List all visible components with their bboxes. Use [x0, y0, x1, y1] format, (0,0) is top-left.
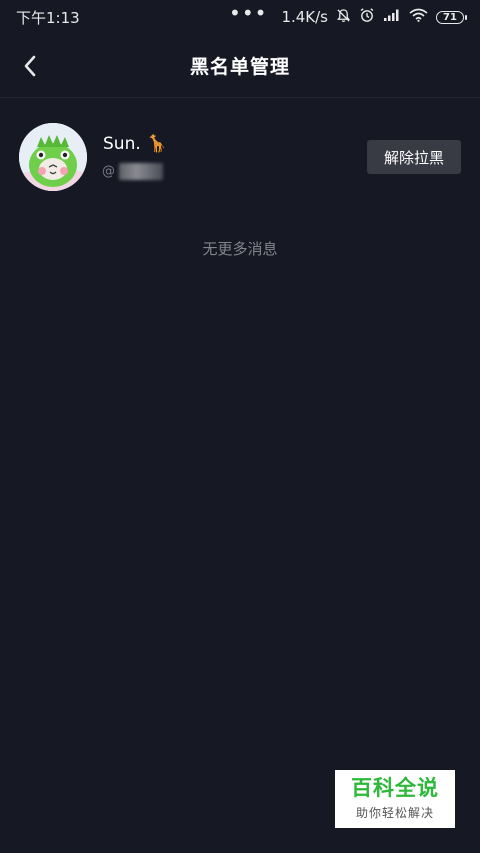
nav-bar: 黑名单管理 [0, 34, 480, 98]
wifi-icon [409, 8, 428, 26]
page-title: 黑名单管理 [189, 56, 290, 78]
user-id-redacted [119, 163, 163, 180]
network-speed: 1.4K/s [281, 8, 328, 26]
battery-icon: 71 [436, 10, 467, 24]
more-notifications-icon: ••• [229, 1, 268, 25]
avatar[interactable] [19, 123, 87, 191]
unblock-button[interactable]: 解除拉黑 [367, 140, 461, 174]
watermark-title: 百科全说 [351, 776, 439, 801]
status-time: 下午1:13 [16, 8, 80, 27]
user-id: @ [102, 163, 163, 180]
watermark-subtitle: 助你轻松解决 [355, 805, 434, 820]
mute-bell-icon [336, 8, 351, 27]
back-button[interactable] [14, 48, 46, 84]
watermark-logo: 百科全说 助你轻松解决 [335, 770, 455, 828]
chevron-left-icon [24, 55, 36, 77]
alarm-clock-icon [359, 7, 375, 27]
list-item[interactable]: Sun. 🦒 @ 解除拉黑 [0, 110, 480, 204]
list-end-text: 无更多消息 [202, 240, 278, 258]
user-id-prefix: @ [102, 164, 115, 179]
status-bar: 下午1:13 ••• 1.4K/s 71 [0, 0, 480, 34]
signal-bars-icon [383, 8, 401, 26]
user-name: Sun. 🦒 [103, 134, 168, 154]
status-icons: ••• 1.4K/s 71 [229, 3, 467, 27]
